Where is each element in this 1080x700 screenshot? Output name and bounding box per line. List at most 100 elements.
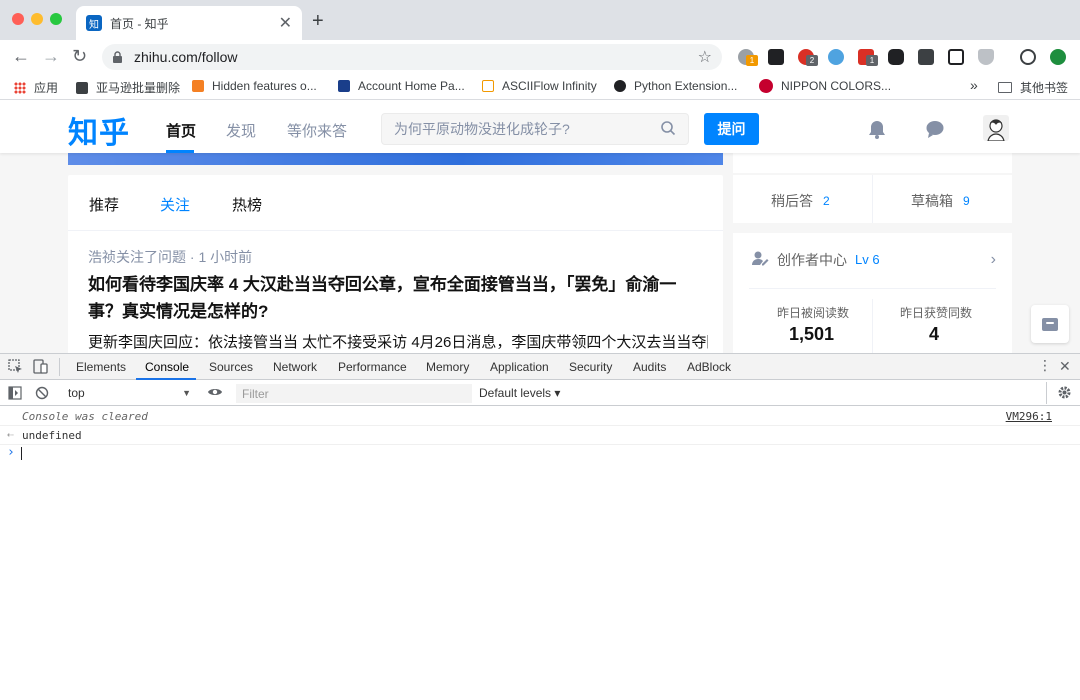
context-selector[interactable]: top ▼: [60, 384, 195, 402]
device-toolbar-icon[interactable]: [33, 359, 48, 377]
extension-icon-4[interactable]: [828, 49, 844, 65]
live-expression-eye-icon[interactable]: [207, 385, 223, 402]
tab-hot-list[interactable]: 热榜: [232, 194, 262, 215]
avatar[interactable]: [983, 115, 1009, 142]
browser-tab-strip: 知 首页 - 知乎 ✕ +: [0, 0, 1080, 40]
reload-icon[interactable]: ↻: [72, 46, 87, 67]
devtools-tab-application[interactable]: Application: [490, 360, 549, 374]
bookmark-item[interactable]: Account Home Pa...: [338, 79, 465, 93]
sidebar-toggle-icon[interactable]: [8, 386, 22, 403]
context-value: top: [68, 386, 85, 400]
devtools-tab-performance[interactable]: Performance: [338, 360, 407, 374]
zhihu-logo[interactable]: 知乎: [68, 108, 130, 152]
nav-active-indicator: [166, 150, 194, 153]
inspect-element-icon[interactable]: [8, 359, 23, 377]
devtools-tab-audits[interactable]: Audits: [633, 360, 666, 374]
bookmark-item[interactable]: Python Extension...: [614, 79, 737, 93]
extension-icon-2[interactable]: [768, 49, 784, 65]
console-text: Console was cleared: [22, 410, 148, 423]
tab-recommended[interactable]: 推荐: [89, 194, 119, 215]
sidebar-quick-links: 稍后答 2 草稿箱 9: [733, 153, 1012, 223]
bookmark-label: NIPPON COLORS...: [781, 79, 892, 93]
divider: [68, 230, 723, 231]
devtools-tab-security[interactable]: Security: [569, 360, 612, 374]
extension-icon-10[interactable]: [1020, 49, 1036, 65]
extension-icon-6[interactable]: [888, 49, 904, 65]
log-levels-dropdown[interactable]: Default levels ▾: [479, 386, 560, 400]
devtools-tab-console[interactable]: Console: [145, 360, 189, 374]
bookmark-star-icon[interactable]: ☆: [698, 47, 712, 67]
new-tab-button[interactable]: +: [312, 10, 324, 33]
drafts-label: 草稿箱: [911, 193, 953, 209]
console-prompt-line[interactable]: ›: [0, 445, 1080, 464]
filter-input[interactable]: [236, 384, 472, 403]
other-bookmarks[interactable]: 其他书签: [998, 79, 1068, 96]
ask-question-button[interactable]: 提问: [704, 113, 759, 145]
bell-icon[interactable]: [866, 118, 888, 140]
search-input[interactable]: 为何平原动物没进化成轮子?: [381, 113, 689, 145]
tab-following[interactable]: 关注: [160, 194, 190, 215]
zhihu-favicon-icon: 知: [86, 15, 102, 31]
feed-item-excerpt[interactable]: 更新李国庆回应：依法接管当当 太忙不接受采访 4月26日消息，李国庆带领四个大汉…: [88, 331, 708, 352]
more-options-icon[interactable]: ⋮: [1038, 357, 1052, 374]
nippon-colors-icon: [759, 79, 773, 93]
maximize-window-button[interactable]: [50, 13, 62, 25]
extension-badge-3: 2: [806, 55, 818, 66]
feed-item-title[interactable]: 如何看待李国庆率 4 大汉赴当当夺回公章，宣布全面接管当当，「罢免」俞渝一事？真…: [88, 271, 698, 325]
bookmark-label: ASCIIFlow Infinity: [502, 79, 597, 93]
bookmarks-overflow-button[interactable]: »: [970, 77, 978, 93]
drafts-count: 9: [963, 194, 970, 208]
search-icon[interactable]: [660, 120, 676, 139]
devtools-tab-memory[interactable]: Memory: [426, 360, 469, 374]
answer-later-link[interactable]: 稍后答 2: [771, 191, 830, 211]
nav-waiting-answers[interactable]: 等你来答: [287, 120, 347, 141]
forward-icon[interactable]: →: [42, 46, 60, 67]
minimize-window-button[interactable]: [31, 13, 43, 25]
console-source-link[interactable]: VM296:1: [1006, 410, 1052, 423]
bookmark-item[interactable]: Hidden features o...: [192, 79, 317, 93]
close-window-button[interactable]: [12, 13, 24, 25]
devtools-tab-elements[interactable]: Elements: [76, 360, 126, 374]
close-devtools-icon[interactable]: ✕: [1059, 358, 1071, 375]
bookmark-label: Account Home Pa...: [358, 79, 465, 93]
bookmark-apps[interactable]: 应用: [14, 79, 58, 96]
stat-label-upvotes: 昨日获赞同数: [900, 306, 973, 320]
bookmark-favicon-icon: [338, 80, 350, 92]
messages-icon[interactable]: [924, 118, 946, 140]
devtools-panel: Elements Console Sources Network Perform…: [0, 353, 1080, 700]
console-message: Console was cleared VM296:1: [0, 407, 1080, 426]
address-bar[interactable]: zhihu.com/follow ☆: [102, 44, 722, 70]
extension-icon-7[interactable]: [918, 49, 934, 65]
asciiflow-icon: [482, 80, 494, 92]
notion-icon[interactable]: [948, 49, 964, 65]
sidebar-card-edge: [733, 153, 1012, 173]
drafts-link[interactable]: 草稿箱 9: [911, 191, 970, 211]
back-icon[interactable]: ←: [12, 46, 30, 67]
float-action-button[interactable]: [1031, 305, 1069, 343]
stat-value-upvotes: 4: [929, 324, 940, 344]
divider: [872, 175, 873, 223]
update-icon[interactable]: [1050, 49, 1066, 65]
extension-icon-9[interactable]: [978, 49, 994, 65]
nav-explore[interactable]: 发现: [226, 120, 256, 141]
text-cursor: [21, 447, 22, 460]
clear-console-icon[interactable]: [35, 386, 49, 403]
creator-center-link[interactable]: 创作者中心 Lv 6 ›: [751, 249, 996, 270]
bookmark-item[interactable]: ASCIIFlow Infinity: [482, 79, 597, 93]
bookmark-label: 应用: [34, 81, 59, 95]
gear-icon[interactable]: [1057, 385, 1072, 403]
bookmark-item[interactable]: 亚马逊批量删除: [76, 79, 180, 96]
chevron-right-icon: ›: [990, 250, 996, 268]
feed-item-meta: 浩祯关注了问题 · 1 小时前: [88, 249, 253, 265]
browser-toolbar: ← → ↻ zhihu.com/follow ☆ 1 2 1: [0, 40, 1080, 74]
close-tab-icon[interactable]: ✕: [279, 13, 292, 33]
nav-home[interactable]: 首页: [166, 120, 196, 141]
devtools-tab-sources[interactable]: Sources: [209, 360, 253, 374]
bookmarks-bar: 应用 亚马逊批量删除 Hidden features o... Account …: [0, 74, 1080, 100]
devtools-tab-adblock[interactable]: AdBlock: [687, 360, 731, 374]
devtools-tab-network[interactable]: Network: [273, 360, 317, 374]
banner-image[interactable]: [68, 153, 723, 165]
bookmark-item[interactable]: NIPPON COLORS...: [759, 79, 891, 93]
browser-tab[interactable]: 知 首页 - 知乎 ✕: [76, 6, 302, 40]
tab-title: 首页 - 知乎: [110, 16, 169, 31]
